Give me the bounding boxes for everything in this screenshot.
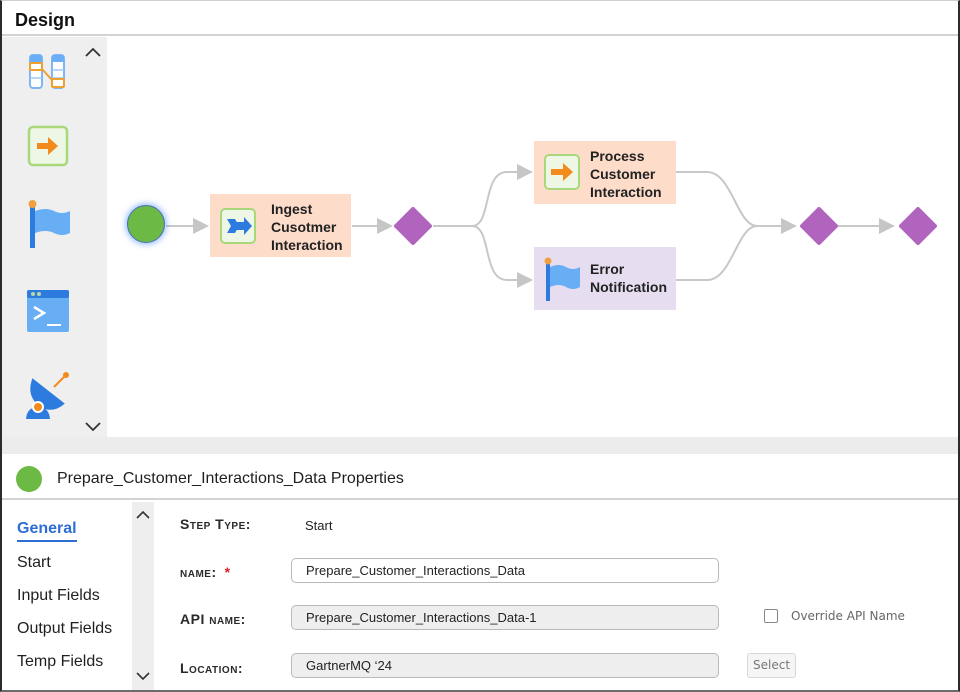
properties-header: Prepare_Customer_Interactions_Data Prope… [2,454,958,500]
properties-nav: General Start Input Fields Output Fields… [2,502,132,690]
api-name-input[interactable] [291,605,719,630]
data-transfer-icon [220,208,256,244]
arrow-right-box-icon [27,125,69,167]
nav-item-general[interactable]: General [17,520,77,542]
nav-item-start[interactable]: Start [17,554,51,572]
page-title: Design [15,10,76,30]
chevron-up-icon [136,510,150,519]
palette-scroll-up-button[interactable] [82,43,104,61]
properties-title: Prepare_Customer_Interactions_Data Prope… [57,470,404,487]
node-label-line: Customer [590,166,656,182]
step-type-value: Start [305,518,333,533]
node-label-line: Notification [590,279,667,295]
nav-item-input-fields[interactable]: Input Fields [17,587,100,605]
step-palette [2,37,107,437]
name-input[interactable] [291,558,719,583]
nav-item-output-fields[interactable]: Output Fields [17,620,112,638]
design-canvas[interactable]: Ingest Cusotmer Interaction Process Cust… [107,37,958,437]
override-api-name-checkbox[interactable] [764,609,778,623]
terminal-icon [27,290,69,332]
palette-tool-data-mapping[interactable] [24,49,70,95]
arrow-right-box-icon [544,154,580,190]
name-label-text: name: [180,564,217,580]
start-step-icon [16,466,42,492]
select-location-button[interactable]: Select [747,653,797,678]
palette-tool-receive[interactable] [24,367,70,419]
name-label: name: * [180,564,231,580]
satellite-dish-icon [26,372,69,419]
node-label-line: Cusotmer [271,219,337,235]
panel-splitter[interactable] [2,437,958,454]
process-customer-interaction-node[interactable]: Process Customer Interaction [534,141,676,204]
chevron-up-icon [85,47,101,57]
override-api-name-label: Override API Name [791,609,905,623]
node-label-line: Interaction [271,237,343,253]
nav-scroll-up-button[interactable] [135,508,151,522]
nav-scroll-down-button[interactable] [135,669,151,683]
connector-process-to-merge [676,171,797,234]
properties-nav-scrollbar[interactable] [132,502,154,690]
connector-error-to-merge [676,225,758,281]
nav-item-temp-fields[interactable]: Temp Fields [17,653,103,671]
node-label-line: Ingest [271,201,313,217]
flag-icon [28,200,70,248]
node-label-line: Error [590,261,625,277]
chevron-down-icon [136,672,150,681]
chevron-down-icon [85,422,101,432]
connector-gateway-to-error [471,225,533,288]
data-mapping-icon [29,54,65,89]
connector-gateway-to-process [433,164,533,227]
palette-tool-notification[interactable] [24,199,70,248]
ingest-customer-interaction-node[interactable]: Ingest Cusotmer Interaction [210,194,351,257]
start-node[interactable] [127,205,165,243]
required-asterisk: * [224,564,231,580]
step-type-label: Step Type: [180,516,251,532]
api-name-label: API name: [180,611,246,627]
override-api-name-toggle[interactable]: Override API Name [764,609,905,623]
node-label-line: Interaction [590,184,662,200]
design-header: Design [2,1,958,36]
flag-icon [544,257,580,301]
general-properties-form: Step Type: Start name: * API name: Overri… [154,502,958,690]
palette-tool-assignment[interactable] [24,124,70,170]
node-label-line: Process [590,148,645,164]
location-input[interactable] [291,653,719,678]
palette-scroll-down-button[interactable] [82,417,104,435]
location-label: Location: [180,660,244,676]
error-notification-node[interactable]: Error Notification [534,247,676,310]
palette-tool-command[interactable] [24,287,70,333]
